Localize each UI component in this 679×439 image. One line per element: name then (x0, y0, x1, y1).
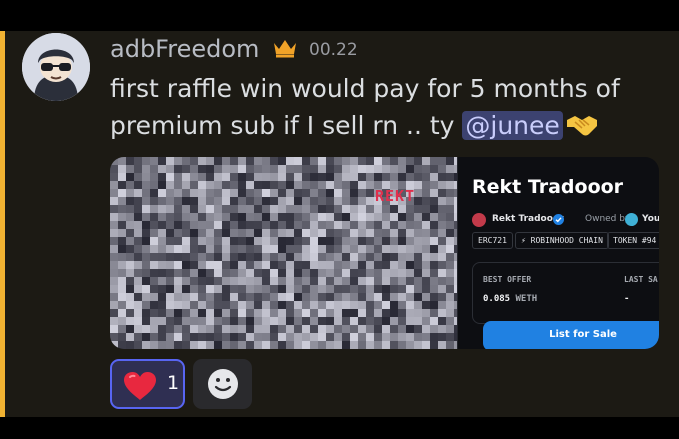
best-offer-label: BEST OFFER (483, 275, 532, 284)
reaction-count: 1 (167, 372, 180, 394)
chip-chain: ⚡ ROBINHOOD CHAIN (515, 232, 609, 249)
owned-by-label: Owned by (585, 214, 631, 224)
chip-token-standard: ERC721 (472, 232, 513, 249)
nft-embed-card[interactable]: REKT Rekt Tradooor Rekt Tradooor Owned b… (110, 157, 659, 349)
divider (457, 157, 458, 349)
handshake-icon (566, 116, 597, 136)
offer-box: BEST OFFER 0.085 WETH LAST SA - (472, 262, 659, 324)
avatar-image (22, 33, 90, 101)
nft-details-panel: Rekt Tradooor Rekt Tradooor Owned by You… (472, 157, 659, 349)
highlight-bar (0, 31, 5, 417)
best-offer-value: 0.085 WETH (483, 294, 537, 304)
crown-icon (274, 40, 296, 58)
chip-token-id: TOKEN #94 (607, 232, 659, 249)
best-offer-unit: WETH (515, 294, 538, 304)
list-for-sale-button[interactable]: List for Sale (483, 321, 659, 349)
chat-panel: adbFreedom 00.22 first raffle win would … (0, 31, 679, 417)
message-text-line-1: first raffle win would pay for 5 months … (110, 74, 620, 103)
message-text: premium sub if I sell rn .. ty (110, 111, 463, 140)
last-sale-label: LAST SA (624, 275, 658, 284)
owner-avatar (625, 213, 638, 226)
heart-icon (124, 372, 156, 400)
pixelated-image (110, 157, 462, 349)
smiley-icon (208, 369, 238, 399)
reaction-heart[interactable]: 1 (110, 359, 185, 409)
nft-image-tag: REKT (375, 187, 416, 205)
creator-avatar (472, 213, 486, 227)
best-offer-amount: 0.085 (483, 294, 511, 304)
nft-image[interactable] (110, 157, 462, 349)
username[interactable]: adbFreedom (110, 35, 259, 63)
timestamp: 00.22 (309, 40, 358, 60)
avatar[interactable] (22, 33, 90, 101)
message-text-line-2: premium sub if I sell rn .. ty @junee (110, 111, 599, 140)
user-mention[interactable]: @junee (462, 111, 563, 140)
verified-icon (553, 214, 564, 225)
owner-name[interactable]: You (642, 214, 659, 224)
add-reaction-button[interactable] (193, 359, 252, 409)
last-sale-value: - (624, 294, 630, 304)
nft-title[interactable]: Rekt Tradooor (472, 176, 623, 198)
